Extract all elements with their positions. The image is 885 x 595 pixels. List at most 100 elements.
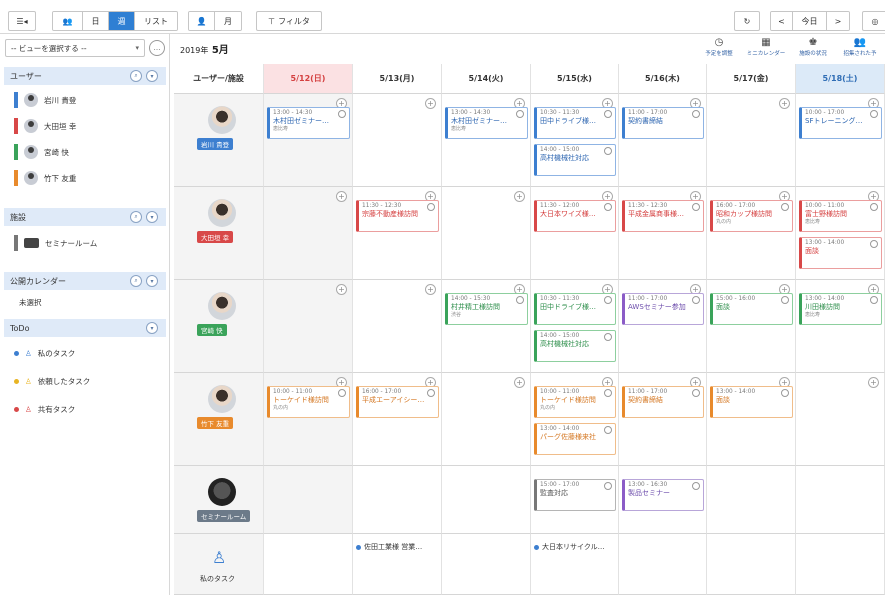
event-card[interactable]: 10:30 - 11:30 田中ドライブ様… bbox=[534, 293, 616, 325]
day-cell[interactable]: + bbox=[796, 373, 885, 466]
event-time: 16:00 - 17:00 bbox=[362, 389, 402, 395]
add-event-icon[interactable]: + bbox=[868, 377, 879, 388]
mini-calendar-button[interactable]: ▦ ミニカレンダー bbox=[743, 37, 789, 57]
day-cell[interactable] bbox=[796, 534, 885, 595]
day-cell[interactable] bbox=[353, 466, 442, 534]
schedule-adjust-button[interactable]: ◷ 予定を調整 bbox=[696, 37, 742, 57]
search-icon[interactable]: ⌕ bbox=[130, 211, 142, 223]
sidebar-user[interactable]: 竹下 友重 bbox=[14, 170, 76, 186]
day-cell[interactable]: + bbox=[264, 187, 353, 280]
refresh-button[interactable]: ↻ bbox=[734, 11, 760, 31]
day-cell[interactable]: + bbox=[264, 280, 353, 373]
event-card[interactable]: 10:30 - 11:30 田中ドライブ様… bbox=[534, 107, 616, 139]
event-card[interactable]: 15:00 - 17:00 監査対応 bbox=[534, 479, 616, 511]
event-card[interactable]: 11:00 - 17:00 契約書締結 bbox=[622, 386, 704, 418]
day-cell[interactable] bbox=[264, 534, 353, 595]
person-icon: ♙ bbox=[25, 348, 32, 358]
resource-name-tag[interactable]: 大田垣 幸 bbox=[197, 231, 234, 243]
search-icon[interactable]: ⌕ bbox=[130, 275, 142, 287]
add-event-icon[interactable]: + bbox=[514, 377, 525, 388]
invited-events-button[interactable]: 👥 招集された予 bbox=[837, 37, 883, 57]
day-cell[interactable] bbox=[796, 466, 885, 534]
filter-button[interactable]: ⊤ フィルタ bbox=[256, 11, 322, 31]
todo-section-header[interactable]: ToDo ▾ bbox=[4, 319, 166, 337]
event-card[interactable]: 13:00 - 14:00 パーグ佐藤様来社 bbox=[534, 423, 616, 455]
search-icon[interactable]: ⌕ bbox=[130, 70, 142, 82]
day-cell[interactable] bbox=[264, 466, 353, 534]
resource-name-tag[interactable]: 宮崎 快 bbox=[197, 324, 227, 336]
event-card[interactable]: 16:00 - 17:00 平成エーアイシー… bbox=[356, 386, 439, 418]
todo-item-my-tasks[interactable]: ♙ 私のタスク bbox=[14, 346, 75, 360]
event-card[interactable]: 14:00 - 15:30 村井精工様訪問 渋谷 bbox=[445, 293, 528, 325]
event-title: 川田様訪問 bbox=[805, 303, 840, 311]
personal-view-button[interactable]: 👤 bbox=[189, 12, 215, 30]
prev-week-button[interactable]: < bbox=[771, 12, 793, 30]
day-cell[interactable] bbox=[619, 534, 707, 595]
day-cell[interactable]: + bbox=[353, 94, 442, 187]
sidebar-facility[interactable]: セミナールーム bbox=[14, 235, 97, 251]
chevron-down-icon[interactable]: ▾ bbox=[146, 275, 158, 287]
add-event-icon[interactable]: + bbox=[514, 191, 525, 202]
day-cell[interactable]: + bbox=[353, 280, 442, 373]
add-event-icon[interactable]: + bbox=[779, 98, 790, 109]
resource-name-tag[interactable]: 竹下 友重 bbox=[197, 417, 234, 429]
day-cell[interactable]: + bbox=[442, 187, 531, 280]
sidebar-user[interactable]: 宮崎 快 bbox=[14, 144, 69, 160]
event-card[interactable]: 11:00 - 17:00 契約書締結 bbox=[622, 107, 704, 139]
event-card[interactable]: 14:00 - 15:00 高村機械社対応 bbox=[534, 144, 616, 176]
event-card[interactable]: 15:00 - 16:00 面談 bbox=[710, 293, 793, 325]
sidebar-user[interactable]: 大田垣 幸 bbox=[14, 118, 76, 134]
facilities-section-header[interactable]: 施設 ⌕ ▾ bbox=[4, 208, 166, 226]
chevron-down-icon[interactable]: ▾ bbox=[146, 211, 158, 223]
event-card[interactable]: 11:00 - 17:00 AWSセミナー参加 bbox=[622, 293, 704, 325]
add-event-icon[interactable]: + bbox=[425, 98, 436, 109]
chevron-down-icon[interactable]: ▾ bbox=[146, 70, 158, 82]
event-card[interactable]: 13:00 - 14:00 面談 bbox=[799, 237, 882, 269]
day-cell[interactable]: + bbox=[442, 373, 531, 466]
add-event-icon[interactable]: + bbox=[336, 284, 347, 295]
event-card[interactable]: 11:30 - 12:30 平成金属商事様… bbox=[622, 200, 704, 232]
resource-name-tag[interactable]: 岩川 貴登 bbox=[197, 138, 234, 150]
list-view-button[interactable]: リスト bbox=[135, 12, 177, 30]
today-button[interactable]: 今日 bbox=[793, 12, 827, 30]
group-view-button[interactable]: 👥 bbox=[53, 12, 83, 30]
month-view-button[interactable]: 月 bbox=[215, 12, 241, 30]
event-card[interactable]: 13:00 - 16:30 製品セミナー bbox=[622, 479, 704, 511]
event-card[interactable]: 10:00 - 11:00 トーケイド様訪問 丸の内 bbox=[267, 386, 350, 418]
day-cell[interactable] bbox=[707, 466, 796, 534]
day-cell[interactable] bbox=[442, 534, 531, 595]
todo-item-requested-tasks[interactable]: ♙ 依頼したタスク bbox=[14, 374, 90, 388]
users-section-header[interactable]: ユーザー ⌕ ▾ bbox=[4, 67, 166, 85]
event-card[interactable]: 14:00 - 15:00 高村機械社対応 bbox=[534, 330, 616, 362]
next-week-button[interactable]: > bbox=[827, 12, 849, 30]
week-view-button[interactable]: 週 bbox=[109, 12, 135, 30]
event-card[interactable]: 11:30 - 12:00 大日本ワイズ様… bbox=[534, 200, 616, 232]
sidebar-user[interactable]: 岩川 貴登 bbox=[14, 92, 76, 108]
day-view-button[interactable]: 日 bbox=[83, 12, 109, 30]
event-card[interactable]: 13:00 - 14:00 面談 bbox=[710, 386, 793, 418]
view-select[interactable]: -- ビューを選択する -- ▾ bbox=[5, 39, 145, 57]
event-card[interactable]: 13:00 - 14:30 木村田ゼミナー… 恵比寿 bbox=[267, 107, 350, 139]
task-item[interactable]: 佐田工業様 営業… bbox=[356, 542, 422, 552]
day-cell[interactable] bbox=[442, 466, 531, 534]
event-card[interactable]: 10:00 - 17:00 SFトレーニング… bbox=[799, 107, 882, 139]
public-calendar-section-header[interactable]: 公開カレンダー ⌕ ▾ bbox=[4, 272, 166, 290]
day-cell[interactable] bbox=[707, 534, 796, 595]
add-event-icon[interactable]: + bbox=[425, 284, 436, 295]
day-cell[interactable]: + bbox=[707, 94, 796, 187]
add-event-icon[interactable]: + bbox=[336, 191, 347, 202]
event-card[interactable]: 13:00 - 14:30 木村田ゼミナー… 恵比寿 bbox=[445, 107, 528, 139]
resource-name-tag[interactable]: セミナールーム bbox=[197, 510, 251, 522]
menu-toggle-button[interactable]: ☰◂ bbox=[8, 11, 36, 31]
facility-status-button[interactable]: ♚ 施設の状況 bbox=[790, 37, 836, 57]
chevron-down-icon[interactable]: ▾ bbox=[146, 322, 158, 334]
event-card[interactable]: 10:00 - 11:00 トーケイド様訪問 丸の内 bbox=[534, 386, 616, 418]
more-options-icon[interactable]: … bbox=[149, 40, 165, 56]
event-card[interactable]: 16:00 - 17:00 昭和カップ様訪問 丸の内 bbox=[710, 200, 793, 232]
task-item[interactable]: 大日本リサイクル… bbox=[534, 542, 605, 552]
todo-item-shared-tasks[interactable]: ♙ 共有タスク bbox=[14, 402, 75, 416]
event-card[interactable]: 13:00 - 14:00 川田様訪問 恵比寿 bbox=[799, 293, 882, 325]
settings-button[interactable]: ◎ bbox=[862, 11, 885, 31]
event-card[interactable]: 10:00 - 11:00 富士野様訪問 恵比寿 bbox=[799, 200, 882, 232]
event-card[interactable]: 11:30 - 12:30 宗藤不動産様訪問 bbox=[356, 200, 439, 232]
